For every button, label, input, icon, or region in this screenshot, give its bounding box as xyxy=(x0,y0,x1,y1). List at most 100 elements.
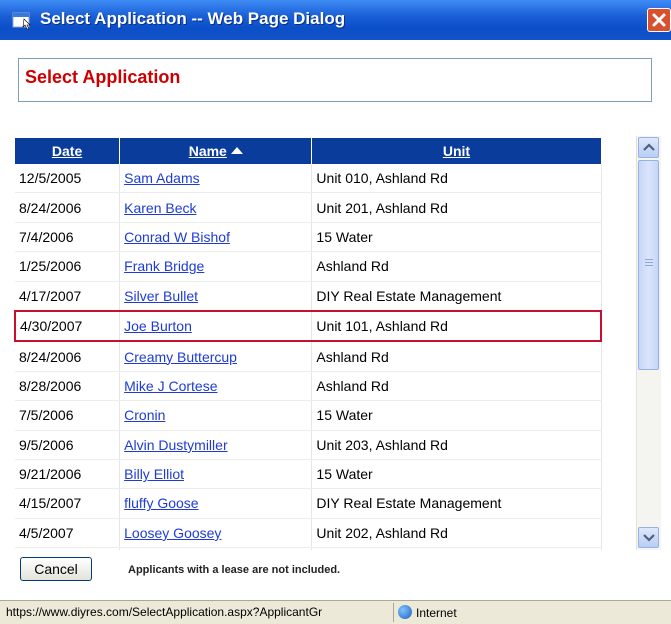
applicant-name-link[interactable]: Mike J Cortese xyxy=(124,378,217,394)
cell-date: 9/5/2006 xyxy=(15,430,121,460)
cell-unit: DIY Real Estate Management xyxy=(311,281,602,312)
status-separator xyxy=(393,603,394,622)
applicant-name-link[interactable]: fluffy Goose xyxy=(124,495,198,511)
page-title: Select Application xyxy=(25,67,181,87)
cell-unit: DIY Real Estate Management xyxy=(311,488,602,519)
security-zone: Internet xyxy=(398,605,457,620)
applicant-name-link[interactable]: Frank Bridge xyxy=(124,258,204,274)
lease-note: Applicants with a lease are not included… xyxy=(128,564,341,576)
cell-name: Billy Elliot xyxy=(119,459,313,490)
sort-ascending-icon xyxy=(230,147,243,154)
table-row[interactable]: 1/25/2006 Frank Bridge Ashland Rd xyxy=(15,251,602,282)
table-row[interactable]: 9/21/2006 Billy Elliot 15 Water xyxy=(15,459,602,490)
cell-name: Creamy Buttercup xyxy=(119,341,313,372)
table-row[interactable]: 4/5/2007 Loosey Goosey Unit 202, Ashland R… xyxy=(15,518,602,549)
dialog-window: Select Application -- Web Page Dialog Se… xyxy=(0,0,671,624)
table-row[interactable]: 7/5/2006 Cronin 15 Water xyxy=(15,400,602,431)
cell-date: 8/24/2006 xyxy=(15,341,121,372)
cell-unit: 15 Water xyxy=(311,459,602,490)
applicant-name-link[interactable]: Silver Bullet xyxy=(124,288,198,304)
table-row[interactable]: 4/17/2007 Silver Bullet DIY Real Estate Ma… xyxy=(15,281,602,312)
globe-icon xyxy=(398,605,412,619)
scroll-up-button[interactable] xyxy=(638,137,659,158)
applicant-name-link[interactable]: Billy Elliot xyxy=(124,466,184,482)
window-title: Select Application -- Web Page Dialog xyxy=(40,9,346,28)
header-box: Select Application xyxy=(18,58,652,102)
applicant-name-link[interactable]: Sam Adams xyxy=(124,170,199,186)
cell-date: 4/30/2007 xyxy=(14,309,121,343)
cell-unit: Unit 201, Ashland Rd xyxy=(311,192,602,223)
cell-date: 4/17/2007 xyxy=(15,281,121,312)
cell-name: Mike J Cortese xyxy=(119,371,313,402)
cell-unit: Ashland Rd xyxy=(311,371,602,402)
table-row[interactable]: 4/15/2007 fluffy Goose DIY Real Estate Man… xyxy=(15,488,602,519)
table-row[interactable]: 8/24/2006 Creamy Buttercup Ashland Rd xyxy=(15,341,602,372)
close-button[interactable] xyxy=(647,8,671,32)
applicant-name-link[interactable]: Conrad W Bishof xyxy=(124,229,230,245)
dialog-content: Select Application Date Name Unit 12/5/2… xyxy=(0,40,671,600)
column-header-name[interactable]: Name xyxy=(119,138,313,164)
cell-name: Frank Bridge xyxy=(119,251,313,282)
applicant-name-link[interactable]: Joe Burton xyxy=(124,318,192,334)
cell-unit: 15 Water xyxy=(311,222,602,253)
cell-date: 4/17/2007 xyxy=(15,547,121,550)
applicant-name-link[interactable]: Loosey Goosey xyxy=(124,525,221,541)
cell-date: 4/15/2007 xyxy=(15,488,121,519)
applicant-name-link[interactable]: Alvin Dustymiller xyxy=(124,437,227,453)
scroll-down-button[interactable] xyxy=(638,527,659,548)
cell-date: 8/28/2006 xyxy=(15,371,121,402)
title-bar[interactable]: Select Application -- Web Page Dialog xyxy=(0,0,671,40)
table-row[interactable]: 4/30/2007 Joe Burton Unit 101, Ashland Rd xyxy=(14,309,603,343)
cell-date: 4/5/2007 xyxy=(15,518,121,549)
cell-unit: Unit 010, Ashland Rd xyxy=(311,164,602,194)
column-header-name-label: Name xyxy=(188,143,227,159)
cell-name: Alvin Dustymiller xyxy=(119,430,313,460)
cell-name: Sam Adams xyxy=(119,164,313,194)
cell-date: 7/4/2006 xyxy=(15,222,121,253)
cell-name: Conrad W Bishof xyxy=(119,222,313,253)
cell-date: 9/21/2006 xyxy=(15,459,121,490)
cell-name: Karen Beck xyxy=(119,192,313,223)
table-row[interactable]: 8/24/2006 Karen Beck Unit 201, Ashland Rd xyxy=(15,192,602,223)
cancel-button[interactable]: Cancel xyxy=(20,557,92,581)
cell-unit: Ashland Rd xyxy=(311,251,602,282)
chevron-down-icon xyxy=(643,534,655,542)
cell-name: fluffy Goose xyxy=(119,488,313,519)
table-row[interactable]: 9/5/2006 Alvin Dustymiller Unit 203, Ashla… xyxy=(15,430,602,460)
column-header-unit[interactable]: Unit xyxy=(311,138,602,164)
table-row[interactable]: 4/17/2007Lucy GooseyDIY Real Estate Mana… xyxy=(15,547,602,550)
cell-unit: Unit 202, Ashland Rd xyxy=(311,518,602,549)
cell-name: Joe Burton xyxy=(119,309,313,343)
cell-name: Cronin xyxy=(119,400,313,431)
close-icon xyxy=(652,13,666,27)
cell-unit: Ashland Rd xyxy=(311,341,602,372)
column-header-date[interactable]: Date xyxy=(15,138,121,164)
table-row[interactable]: 12/5/2005 Sam Adams Unit 010, Ashland Rd xyxy=(15,164,602,194)
cell-date: 1/25/2006 xyxy=(15,251,121,282)
cell-unit: DIY Real Estate Management xyxy=(311,547,602,550)
cell-unit: Unit 101, Ashland Rd xyxy=(311,309,603,343)
applications-table: Date Name Unit 12/5/2005 Sam Adams Unit 01… xyxy=(14,138,603,550)
table-row[interactable]: 8/28/2006 Mike J Cortese Ashland Rd xyxy=(15,371,602,402)
applicant-name-link[interactable]: Karen Beck xyxy=(124,200,196,216)
applicant-name-link[interactable]: Cronin xyxy=(124,407,165,423)
table-row[interactable]: 7/4/2006 Conrad W Bishof 15 Water xyxy=(15,222,602,253)
cell-date: 12/5/2005 xyxy=(15,164,121,194)
chevron-up-icon xyxy=(643,143,655,151)
cell-date: 7/5/2006 xyxy=(15,400,121,431)
cell-name: Loosey Goosey xyxy=(119,518,313,549)
cell-unit: Unit 203, Ashland Rd xyxy=(311,430,602,460)
status-url: https://www.diyres.com/SelectApplication… xyxy=(6,605,323,619)
application-icon xyxy=(12,12,31,30)
vertical-scrollbar[interactable] xyxy=(636,136,661,550)
applicant-name-link[interactable]: Creamy Buttercup xyxy=(124,349,237,365)
cell-date: 8/24/2006 xyxy=(15,192,121,223)
table-header-row: Date Name Unit xyxy=(15,138,602,164)
applications-table-container: Date Name Unit 12/5/2005 Sam Adams Unit 01… xyxy=(14,138,604,550)
cell-name: Lucy Goosey xyxy=(119,547,313,550)
cell-name: Silver Bullet xyxy=(119,281,313,312)
scrollbar-thumb[interactable] xyxy=(638,160,659,370)
grip-icon xyxy=(645,259,653,268)
status-bar: https://www.diyres.com/SelectApplication… xyxy=(0,600,671,624)
security-zone-label: Internet xyxy=(416,606,457,620)
